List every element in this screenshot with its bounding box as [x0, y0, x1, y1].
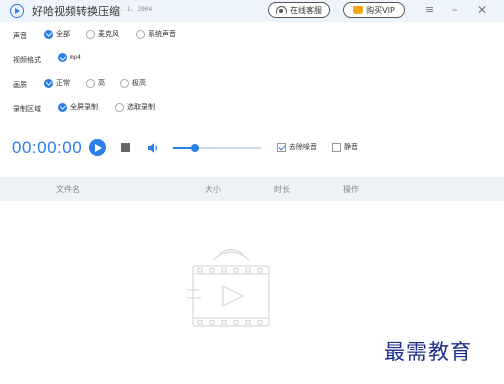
radio-icon[interactable] — [120, 78, 129, 88]
format-option-mp4-label: mp4 — [70, 54, 81, 61]
radio-icon[interactable] — [86, 78, 95, 88]
checkbox-icon[interactable] — [332, 142, 341, 152]
online-service-button[interactable]: 在线客服 — [268, 2, 330, 18]
mute-label: 静音 — [344, 143, 358, 151]
region-option-fullscreen[interactable]: 全屏录制 — [58, 102, 98, 112]
region-setting-row: 录制区域 全屏录制 选取录制 — [0, 101, 504, 117]
radio-checked-icon[interactable] — [58, 53, 67, 62]
speaker-icon[interactable] — [147, 142, 159, 154]
column-duration: 时长 — [274, 185, 290, 194]
format-option-mp4[interactable]: mp4 — [58, 53, 81, 62]
audio-label: 声音 — [13, 32, 27, 40]
region-label: 录制区域 — [13, 105, 41, 113]
radio-icon[interactable] — [136, 29, 145, 39]
radio-checked-icon[interactable] — [58, 102, 67, 112]
quality-label: 画质 — [13, 81, 27, 89]
app-version: 1. 1. 2004 — [116, 6, 153, 13]
denoise-label: 去除噪音 — [289, 143, 317, 151]
volume-slider[interactable] — [173, 144, 261, 152]
quality-option-ultra-label: 极高 — [132, 79, 146, 87]
denoise-toggle[interactable]: 去除噪音 — [277, 142, 317, 152]
column-action: 操作 — [343, 185, 359, 194]
radio-checked-icon[interactable] — [44, 78, 53, 88]
stop-icon[interactable] — [121, 143, 130, 152]
headset-icon — [276, 6, 287, 14]
play-circle-icon — [10, 4, 24, 18]
online-service-label: 在线客服 — [290, 5, 322, 15]
play-icon[interactable] — [89, 139, 106, 156]
title-bar: 好哈视频转换压缩 1. 1. 2004 在线客服 购买VIP ≡ – ✕ — [0, 0, 504, 22]
close-icon[interactable]: ✕ — [477, 3, 487, 17]
checkbox-checked-icon[interactable] — [277, 142, 286, 152]
buy-vip-button[interactable]: 购买VIP — [343, 2, 405, 18]
quality-option-ultra[interactable]: 极高 — [120, 78, 146, 88]
mute-toggle[interactable]: 静音 — [332, 142, 358, 152]
region-option-fullscreen-label: 全屏录制 — [70, 103, 98, 111]
minimize-icon[interactable]: – — [452, 3, 458, 17]
radio-checked-icon[interactable] — [44, 29, 53, 39]
cart-icon — [353, 6, 364, 14]
video-file-icon — [187, 248, 270, 327]
quality-option-high-label: 高 — [98, 79, 105, 87]
watermark-text: 最需教育 — [384, 340, 472, 364]
region-option-select-label: 选取录制 — [127, 103, 155, 111]
quality-option-normal[interactable]: 正常 — [44, 78, 70, 88]
radio-icon[interactable] — [86, 29, 95, 39]
radio-icon[interactable] — [115, 102, 124, 112]
column-filename: 文件名 — [56, 185, 80, 194]
audio-option-mic[interactable]: 麦克风 — [86, 29, 119, 39]
buy-vip-label: 购买VIP — [366, 5, 395, 15]
quality-option-high[interactable]: 高 — [86, 78, 105, 88]
audio-option-all[interactable]: 全部 — [44, 29, 70, 39]
audio-option-all-label: 全部 — [56, 30, 70, 38]
audio-setting-row: 声音 全部 麦克风 系统声音 — [0, 28, 504, 44]
file-table-header: 文件名 大小 时长 操作 — [0, 177, 504, 201]
audio-option-system-label: 系统声音 — [148, 30, 176, 38]
format-setting-row: 视频格式 mp4 — [0, 52, 504, 68]
quality-setting-row: 画质 正常 高 极高 — [0, 77, 504, 93]
region-option-select[interactable]: 选取录制 — [115, 102, 155, 112]
app-title: 好哈视频转换压缩 — [32, 5, 120, 18]
menu-icon[interactable]: ≡ — [425, 3, 434, 17]
quality-option-normal-label: 正常 — [56, 79, 70, 87]
column-size: 大小 — [205, 185, 221, 194]
audio-option-mic-label: 麦克风 — [98, 30, 119, 38]
audio-option-system[interactable]: 系统声音 — [136, 29, 176, 39]
recording-timer: 00:00:00 — [12, 138, 83, 157]
volume-slider-handle[interactable] — [191, 144, 199, 152]
format-label: 视频格式 — [13, 56, 41, 64]
